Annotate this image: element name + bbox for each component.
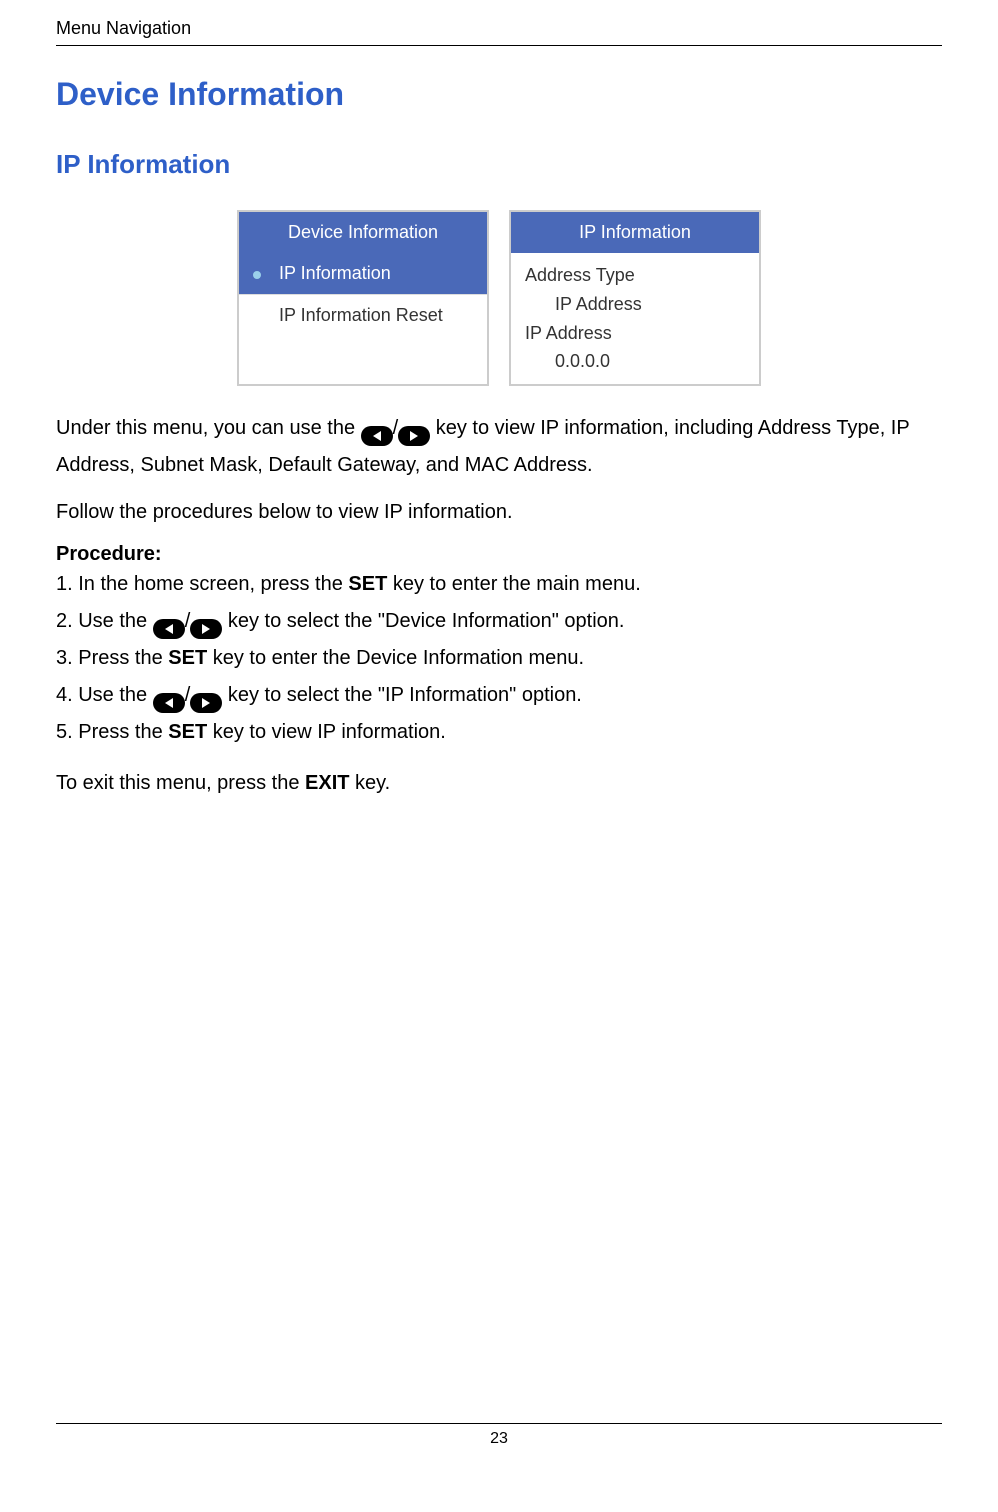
text: To exit this menu, press the xyxy=(56,772,305,794)
page-footer: 23 xyxy=(56,1423,942,1448)
procedure-step-1: 1. In the home screen, press the SET key… xyxy=(56,566,942,603)
menu-item-label: IP Information xyxy=(253,263,391,284)
text: Under this menu, you can use the xyxy=(56,417,361,439)
device-info-menu-panel: Device Information IP Information IP Inf… xyxy=(237,210,489,386)
set-key-label: SET xyxy=(168,721,207,743)
nav-right-key-icon xyxy=(398,419,430,439)
text: key to enter the main menu. xyxy=(387,573,640,595)
field-value-address-type: IP Address xyxy=(525,290,745,319)
exit-note: To exit this menu, press the EXIT key. xyxy=(56,765,942,802)
procedure-step-3: 3. Press the SET key to enter the Device… xyxy=(56,640,942,677)
nav-left-key-icon xyxy=(361,419,393,439)
text: 4. Use the xyxy=(56,684,153,706)
menu-item-ip-information: IP Information xyxy=(239,253,487,295)
screenshot-row: Device Information IP Information IP Inf… xyxy=(56,210,942,386)
header-rule xyxy=(56,45,942,46)
nav-right-key-icon xyxy=(190,612,222,632)
paragraph: Follow the procedures below to view IP i… xyxy=(56,494,942,531)
set-key-label: SET xyxy=(348,573,387,595)
page-title: Device Information xyxy=(56,76,942,113)
menu-item-label: IP Information Reset xyxy=(253,305,443,326)
panel-body: Address Type IP Address IP Address 0.0.0… xyxy=(511,253,759,384)
text: key to select the "IP Information" optio… xyxy=(228,684,582,706)
selection-dot-icon xyxy=(253,271,261,279)
section-title: IP Information xyxy=(56,149,942,180)
procedure-step-4: 4. Use the / key to select the "IP Infor… xyxy=(56,677,942,714)
breadcrumb: Menu Navigation xyxy=(56,18,942,39)
text: key to view IP information. xyxy=(207,721,446,743)
procedure-list: 1. In the home screen, press the SET key… xyxy=(56,566,942,751)
panel-header: IP Information xyxy=(511,212,759,253)
ip-information-panel: IP Information Address Type IP Address I… xyxy=(509,210,761,386)
nav-right-key-icon xyxy=(190,686,222,706)
text: 3. Press the xyxy=(56,647,168,669)
field-value-ip-address: 0.0.0.0 xyxy=(525,347,745,376)
set-key-label: SET xyxy=(168,647,207,669)
document-page: Menu Navigation Device Information IP In… xyxy=(0,0,998,1460)
panel-header: Device Information xyxy=(239,212,487,253)
nav-left-key-icon xyxy=(153,686,185,706)
field-label-address-type: Address Type xyxy=(525,261,745,290)
procedure-step-5: 5. Press the SET key to view IP informat… xyxy=(56,714,942,751)
footer-rule xyxy=(56,1423,942,1424)
text: 1. In the home screen, press the xyxy=(56,573,348,595)
text: 5. Press the xyxy=(56,721,168,743)
procedure-step-2: 2. Use the / key to select the "Device I… xyxy=(56,603,942,640)
text: key. xyxy=(349,772,390,794)
paragraph: Under this menu, you can use the / key t… xyxy=(56,410,942,484)
text: 2. Use the xyxy=(56,610,153,632)
exit-key-label: EXIT xyxy=(305,772,349,794)
nav-left-key-icon xyxy=(153,612,185,632)
menu-item-ip-information-reset: IP Information Reset xyxy=(239,295,487,336)
procedure-heading: Procedure: xyxy=(56,543,942,566)
text: key to enter the Device Information menu… xyxy=(207,647,584,669)
field-label-ip-address: IP Address xyxy=(525,319,745,348)
page-number: 23 xyxy=(56,1430,942,1448)
text: key to select the "Device Information" o… xyxy=(228,610,625,632)
